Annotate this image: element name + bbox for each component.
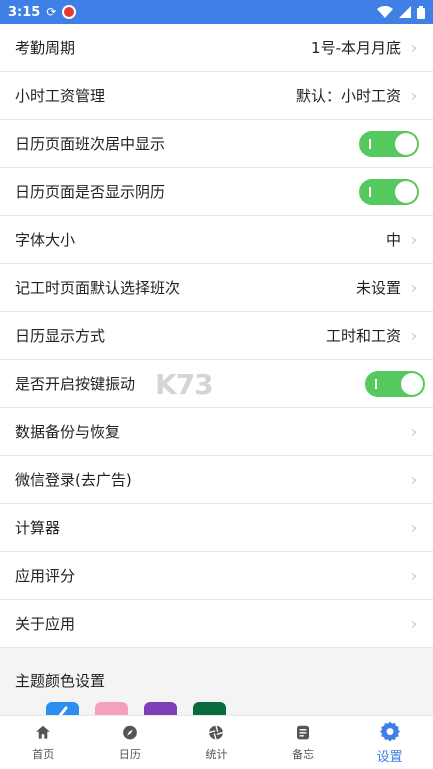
settings-row[interactable]: 关于应用 ›: [0, 600, 433, 648]
settings-row[interactable]: 日历显示方式 工时和工资 ›: [0, 312, 433, 360]
settings-row-label: 小时工资管理: [15, 87, 106, 105]
toggle-switch[interactable]: [365, 370, 425, 397]
settings-row-value: 未设置: [355, 279, 401, 297]
nav-item-label: 统计: [205, 747, 228, 761]
settings-row[interactable]: 考勤周期 1号-本月月底 ›: [0, 24, 433, 72]
chevron-right-icon: ›: [410, 326, 418, 345]
settings-list: 考勤周期 1号-本月月底 › 小时工资管理 默认：小时工资 › 日历页面班次居中显示 日历页面…: [0, 24, 433, 648]
settings-row-value: 中: [385, 231, 401, 249]
gear-icon: [379, 721, 400, 742]
settings-row-label: 计算器: [15, 519, 61, 537]
chevron-right-icon: ›: [410, 470, 418, 489]
settings-row[interactable]: 计算器 ›: [0, 504, 433, 552]
chevron-right-icon: ›: [410, 230, 418, 249]
red-app-badge-icon: [62, 5, 77, 19]
settings-row-label: 日历页面班次居中显示: [15, 135, 166, 153]
chevron-right-icon: ›: [410, 38, 418, 57]
settings-row-label: 数据备份与恢复: [15, 423, 121, 441]
wifi-icon: [377, 5, 393, 18]
settings-row-label: 微信登录(去广告): [15, 471, 132, 489]
nav-item[interactable]: 备忘: [260, 716, 347, 769]
settings-row[interactable]: 小时工资管理 默认：小时工资 ›: [0, 72, 433, 120]
home-icon: [36, 725, 51, 739]
settings-row-label: 字体大小: [15, 231, 76, 249]
settings-row[interactable]: 日历页面是否显示阴历: [0, 168, 433, 216]
settings-row[interactable]: 微信登录(去广告) ›: [0, 456, 433, 504]
nav-item[interactable]: 设置: [346, 716, 433, 769]
status-bar: 3:15 ⟳: [0, 0, 433, 24]
settings-row[interactable]: 记工时页面默认选择班次 未设置 ›: [0, 264, 433, 312]
nav-item-label: 日历: [118, 747, 141, 761]
nav-item-label: 设置: [376, 750, 403, 765]
settings-row[interactable]: 日历页面班次居中显示: [0, 120, 433, 168]
compass-icon: [123, 725, 137, 739]
chevron-right-icon: ›: [410, 518, 418, 537]
settings-row-value: 工时和工资: [325, 327, 401, 345]
settings-row-label: 应用评分: [15, 567, 76, 585]
nav-item[interactable]: 日历: [87, 716, 174, 769]
chevron-right-icon: ›: [410, 614, 418, 633]
theme-section: 主题颜色设置: [0, 650, 433, 722]
settings-row[interactable]: 数据备份与恢复 ›: [0, 408, 433, 456]
settings-row[interactable]: 是否开启按键振动: [0, 360, 433, 408]
settings-row[interactable]: 字体大小 中 ›: [0, 216, 433, 264]
toggle-switch[interactable]: [359, 178, 419, 205]
aperture-icon: [209, 725, 224, 740]
settings-row-label: 关于应用: [15, 615, 76, 633]
settings-row-label: 记工时页面默认选择班次: [15, 279, 181, 297]
nav-item-label: 备忘: [292, 747, 315, 761]
settings-row-label: 是否开启按键振动: [15, 375, 136, 393]
nav-item[interactable]: 统计: [173, 716, 260, 769]
signal-icon: [399, 6, 411, 18]
sync-icon: ⟳: [46, 5, 57, 19]
settings-row[interactable]: 应用评分 ›: [0, 552, 433, 600]
theme-title: 主题颜色设置: [15, 672, 106, 690]
settings-row-value: 1号-本月月底: [311, 39, 401, 57]
status-time: 3:15: [8, 4, 41, 20]
chevron-right-icon: ›: [410, 566, 418, 585]
settings-row-value: 默认：小时工资: [295, 87, 401, 105]
bottom-nav: 首页 日历 统计 备忘 设置: [0, 715, 433, 769]
nav-item-label: 首页: [32, 747, 55, 761]
chevron-right-icon: ›: [410, 86, 418, 105]
settings-row-label: 日历显示方式: [15, 327, 106, 345]
battery-icon: [417, 5, 425, 19]
chevron-right-icon: ›: [410, 278, 418, 297]
settings-row-label: 考勤周期: [15, 39, 76, 57]
memo-icon: [297, 725, 310, 739]
settings-row-label: 日历页面是否显示阴历: [15, 183, 166, 201]
chevron-right-icon: ›: [410, 422, 418, 441]
nav-item[interactable]: 首页: [0, 716, 87, 769]
toggle-switch[interactable]: [359, 130, 419, 157]
